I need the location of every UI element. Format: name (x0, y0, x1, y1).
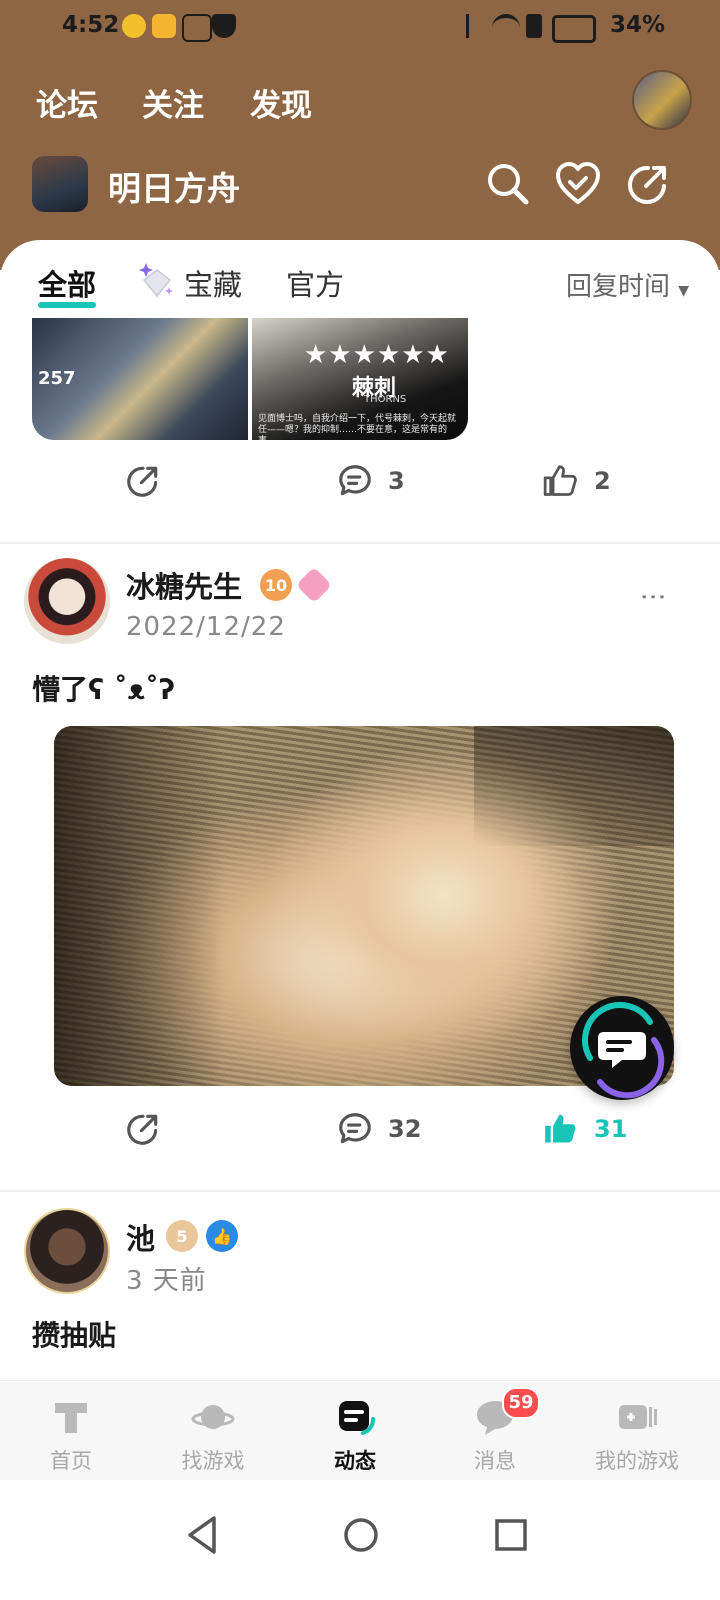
nav-messages[interactable]: 59 消息 (430, 1387, 560, 1475)
comment-count: 3 (388, 467, 405, 495)
comment-icon (339, 1113, 371, 1144)
recents-icon[interactable] (486, 1510, 536, 1560)
prev-post-actions: 3 2 (0, 462, 720, 518)
nav-home[interactable]: 首页 (6, 1395, 136, 1475)
filter-tab-all-label: 全部 (38, 268, 97, 302)
sort-label: 回复时间 (566, 272, 671, 302)
sim-icon (526, 14, 542, 38)
battery-icon (552, 15, 596, 43)
tab-follow[interactable]: 关注 (142, 80, 204, 125)
post-text[interactable]: 攒抽贴 (32, 1314, 116, 1354)
filter-tab-treasure[interactable]: 宝藏 (184, 262, 242, 304)
feed-content[interactable]: 全部 宝藏 官方 回复时间 ▼ 257 ★★★★★★ 棘刺 THORNS 见面博… (0, 240, 720, 1400)
chevron-down-icon: ▼ (678, 283, 690, 299)
level-badge-text: 10 (264, 575, 288, 595)
share-button[interactable] (124, 1110, 162, 1148)
chat-bubble-icon (582, 1002, 665, 1099)
search-icon[interactable] (484, 160, 532, 208)
bluetooth-icon (466, 14, 483, 38)
nav-feed[interactable]: 动态 (290, 1395, 420, 1475)
status-bar: 4:52 34% (0, 0, 720, 52)
status-time: 4:52 (62, 12, 120, 38)
rarity-stars: ★★★★★★ (304, 340, 450, 370)
level-badge: 5 (166, 1220, 198, 1252)
nav-label: 动态 (334, 1449, 376, 1473)
back-icon[interactable] (178, 1510, 228, 1560)
divider (0, 1190, 720, 1192)
share-icon[interactable] (624, 160, 672, 208)
thumbs-up-icon (543, 465, 577, 496)
planet-icon (191, 1405, 235, 1429)
tab-forum[interactable]: 论坛 (32, 80, 102, 125)
sort-dropdown[interactable]: 回复时间 ▼ (566, 266, 689, 303)
app-notification-icon (152, 14, 176, 38)
nav-find-games[interactable]: 找游戏 (148, 1395, 278, 1475)
filter-tab-all[interactable]: 全部 (38, 262, 97, 308)
home-circle-icon[interactable] (336, 1510, 386, 1560)
comment-button[interactable]: 32 (336, 1110, 421, 1148)
image-text: 257 (38, 368, 76, 389)
game-title[interactable]: 明日方舟 (108, 162, 240, 210)
system-nav-bar (0, 1480, 720, 1600)
divider (0, 542, 720, 544)
user-avatar[interactable] (632, 70, 692, 130)
author-name[interactable]: 冰糖先生 (126, 564, 242, 606)
author-avatar[interactable] (24, 1208, 110, 1294)
like-count: 2 (594, 467, 611, 495)
more-options-icon[interactable]: ⋮ (638, 584, 668, 610)
author-name[interactable]: 池 (126, 1216, 155, 1258)
like-button[interactable]: 31 (542, 1110, 627, 1148)
nav-label: 找游戏 (181, 1449, 245, 1473)
author-avatar[interactable] (24, 558, 110, 644)
prev-like-button[interactable]: 2 (542, 462, 611, 500)
battery-percent: 34% (610, 12, 666, 38)
share-icon (127, 1114, 158, 1145)
comment-count: 32 (388, 1115, 422, 1143)
image-caption: 见面博士吗，自我介绍一下，代号棘刺，今天起就任——嗯？我的抑制……不要在意，这是… (258, 414, 457, 440)
bottom-nav: 首页 找游戏 动态 59 消息 我的游戏 (0, 1380, 720, 1481)
diamond-icon (139, 263, 173, 298)
verified-badge-icon: 👍 (206, 1220, 238, 1252)
shield-notification-icon (212, 14, 236, 38)
nav-my-games[interactable]: 我的游戏 (572, 1395, 702, 1475)
star-notification-icon (122, 14, 146, 38)
home-t-icon (55, 1403, 87, 1433)
level-badge: 10 (260, 569, 292, 601)
prev-post-image-1[interactable]: 257 (32, 318, 248, 440)
post-date: 3 天前 (126, 1266, 207, 1296)
post-text[interactable]: 懵了ʕ ˚ᴥ˚ʔ (32, 668, 175, 708)
tab-forum-label: 论坛 (36, 88, 98, 124)
operator-subname: THORNS (364, 394, 407, 405)
prev-post-images[interactable]: 257 ★★★★★★ 棘刺 THORNS 见面博士吗，自我介绍一下，代号棘刺，今… (32, 318, 468, 440)
nav-label: 首页 (50, 1449, 92, 1473)
create-post-button[interactable] (570, 996, 674, 1100)
prev-post-image-2[interactable]: ★★★★★★ 棘刺 THORNS 见面博士吗，自我介绍一下，代号棘刺，今天起就任… (252, 318, 468, 440)
filter-tab-official[interactable]: 官方 (286, 262, 344, 304)
gamepad-icon (619, 1405, 657, 1429)
post-actions: 32 31 (0, 1110, 720, 1166)
nav-label: 我的游戏 (595, 1449, 679, 1473)
thumbs-up-filled-icon (545, 1114, 576, 1143)
prev-share-button[interactable] (124, 462, 162, 500)
message-badge: 59 (502, 1387, 540, 1419)
tab-discover[interactable]: 发现 (250, 80, 312, 125)
tap-notification-icon (182, 14, 212, 42)
like-count: 31 (594, 1115, 628, 1143)
heart-check-icon[interactable] (554, 160, 602, 208)
wifi-icon (492, 14, 520, 42)
prev-comment-button[interactable]: 3 (336, 462, 405, 500)
game-icon[interactable] (32, 156, 88, 212)
post-date: 2022/12/22 (126, 612, 286, 642)
feed-icon (339, 1401, 375, 1435)
nav-label: 消息 (474, 1449, 516, 1473)
honor-badge-icon (295, 566, 333, 604)
level-badge-text: 5 (176, 1226, 188, 1246)
share-icon (127, 466, 158, 497)
comment-icon (339, 465, 371, 496)
